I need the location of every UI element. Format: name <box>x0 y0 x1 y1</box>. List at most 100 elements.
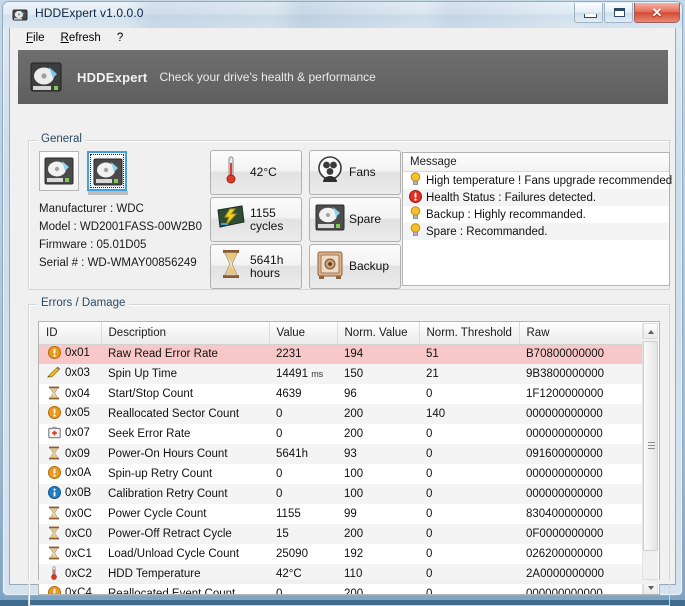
cell-raw: B70800000000 <box>519 344 645 364</box>
table-row[interactable]: 0x0BCalibration Retry Count0100000000000… <box>39 484 645 504</box>
firstaid-icon <box>46 426 62 442</box>
spare-button[interactable]: Spare <box>309 197 401 242</box>
drive-select-0[interactable] <box>39 151 79 191</box>
cell-id: 0x05 <box>39 404 101 424</box>
safe-icon <box>315 250 345 284</box>
cell-norm-value: 194 <box>337 344 419 364</box>
bulb-icon <box>407 206 423 223</box>
smart-table: ID Description Value Norm. Value Norm. T… <box>39 322 645 595</box>
table-row[interactable]: 0xC1Load/Unload Cycle Count2509019200262… <box>39 544 645 564</box>
message-text: High temperature ! Fans upgrade recommen… <box>426 175 672 187</box>
cell-norm-value: 200 <box>337 404 419 424</box>
hours-count: 5641h <box>250 253 283 267</box>
general-legend: General <box>37 133 86 145</box>
hourglass-icon <box>46 446 62 463</box>
cell-raw: 9B3800000000 <box>519 364 645 384</box>
table-row[interactable]: 0x01Raw Read Error Rate223119451B7080000… <box>39 344 645 364</box>
cell-value: 25090 <box>269 544 337 564</box>
row-id-text: 0x04 <box>65 388 90 400</box>
cell-norm-value: 150 <box>337 364 419 384</box>
cell-norm-threshold: 140 <box>419 404 519 424</box>
cell-value: 1155 <box>269 504 337 524</box>
cell-id: 0xC4 <box>39 584 101 595</box>
cell-id: 0x0B <box>39 484 101 504</box>
row-id-text: 0x03 <box>65 367 90 379</box>
table-row[interactable]: 0x09Power-On Hours Count5641h93009160000… <box>39 444 645 464</box>
cell-value: 0 <box>269 584 337 595</box>
window-controls: ✕ <box>574 3 680 23</box>
warning-icon <box>46 346 62 362</box>
fans-button[interactable]: Fans <box>309 150 401 195</box>
message-panel: Message High temperature ! Fans upgrade … <box>402 152 670 286</box>
cell-description: Load/Unload Cycle Count <box>101 544 269 564</box>
cell-value: 0 <box>269 464 337 484</box>
temperature-button[interactable]: 42°C <box>210 150 302 195</box>
row-id-text: 0xC4 <box>65 587 92 595</box>
table-row[interactable]: 0x07Seek Error Rate02000000000000000 <box>39 424 645 444</box>
hours-button[interactable]: 5641h hours <box>210 244 302 289</box>
backup-label: Backup <box>349 260 389 273</box>
cell-norm-threshold: 0 <box>419 444 519 464</box>
cell-norm-threshold: 0 <box>419 524 519 544</box>
hourglass-icon <box>46 386 62 403</box>
menu-item-file[interactable]: File <box>18 30 53 46</box>
message-row: High temperature ! Fans upgrade recommen… <box>403 172 669 189</box>
table-row[interactable]: 0x0CPower Cycle Count1155990830400000000 <box>39 504 645 524</box>
cell-norm-threshold: 0 <box>419 484 519 504</box>
maximize-icon <box>614 8 625 17</box>
drive-select-underline <box>88 191 128 195</box>
cell-id: 0xC0 <box>39 524 101 544</box>
menu-item-help[interactable]: ? <box>109 30 131 46</box>
cell-value: 0 <box>269 424 337 444</box>
drive-select-1[interactable] <box>87 151 127 191</box>
table-scrollbar[interactable] <box>642 323 658 595</box>
column-header-value[interactable]: Value <box>269 322 337 344</box>
table-row[interactable]: 0xC0Power-Off Retract Cycle1520000F00000… <box>39 524 645 544</box>
cell-id: 0x0A <box>39 464 101 484</box>
table-row[interactable]: 0xC4 Reallocated Event Count0200 000000000… <box>39 584 645 595</box>
hours-unit: hours <box>250 266 280 280</box>
message-row: Backup : Highly recommanded. <box>403 206 669 223</box>
cell-norm-value: 200 <box>337 424 419 444</box>
cell-raw: 1F1200000000 <box>519 384 645 404</box>
fan-icon <box>315 155 345 190</box>
cell-description: Spin Up Time <box>101 364 269 384</box>
cell-norm-value: 99 <box>337 504 419 524</box>
cell-description: Reallocated Event Count <box>101 584 269 595</box>
hourglass-icon <box>46 526 62 543</box>
cell-value: 15 <box>269 524 337 544</box>
thermometer-icon <box>216 155 246 190</box>
cell-raw: 000000000000 <box>519 584 645 595</box>
column-header-raw[interactable]: Raw <box>519 322 645 344</box>
cell-id: 0x03 <box>39 364 101 384</box>
table-row[interactable]: 0x04Start/Stop Count46399601F1200000000 <box>39 384 645 404</box>
cycles-icon <box>216 204 246 235</box>
scroll-up-button[interactable] <box>643 323 658 339</box>
cell-norm-threshold: 0 <box>419 544 519 564</box>
client-area: File Refresh ? HDDExpert Check your driv… <box>9 28 676 585</box>
cycles-button[interactable]: 1155 cycles <box>210 197 302 242</box>
cell-description: Seek Error Rate <box>101 424 269 444</box>
errors-legend: Errors / Damage <box>37 297 129 309</box>
hdd-icon <box>12 7 28 23</box>
status-strip <box>10 580 675 584</box>
row-id-text: 0x0C <box>65 508 92 520</box>
table-row[interactable]: 0x03Spin Up Time14491 ms150219B380000000… <box>39 364 645 384</box>
column-header-id[interactable]: ID <box>39 322 101 344</box>
column-header-description[interactable]: Description <box>101 322 269 344</box>
scrollbar-thumb[interactable] <box>643 341 658 551</box>
table-row[interactable]: 0x0ASpin-up Retry Count01000000000000000 <box>39 464 645 484</box>
column-header-norm-value[interactable]: Norm. Value <box>337 322 419 344</box>
maximize-button[interactable] <box>604 3 633 23</box>
cell-norm-value: 200 <box>337 584 419 595</box>
row-id-text: 0x0A <box>65 467 91 479</box>
backup-button[interactable]: Backup <box>309 244 401 289</box>
menu-item-refresh[interactable]: Refresh <box>53 30 109 46</box>
close-button[interactable]: ✕ <box>634 3 680 23</box>
smart-table-container[interactable]: ID Description Value Norm. Value Norm. T… <box>38 321 660 595</box>
column-header-norm-threshold[interactable]: Norm. Threshold <box>419 322 519 344</box>
cycles-value: 1155 cycles <box>250 207 283 233</box>
minimize-button[interactable] <box>574 3 603 23</box>
table-row[interactable]: 0x05Reallocated Sector Count020014000000… <box>39 404 645 424</box>
cell-raw: 091600000000 <box>519 444 645 464</box>
